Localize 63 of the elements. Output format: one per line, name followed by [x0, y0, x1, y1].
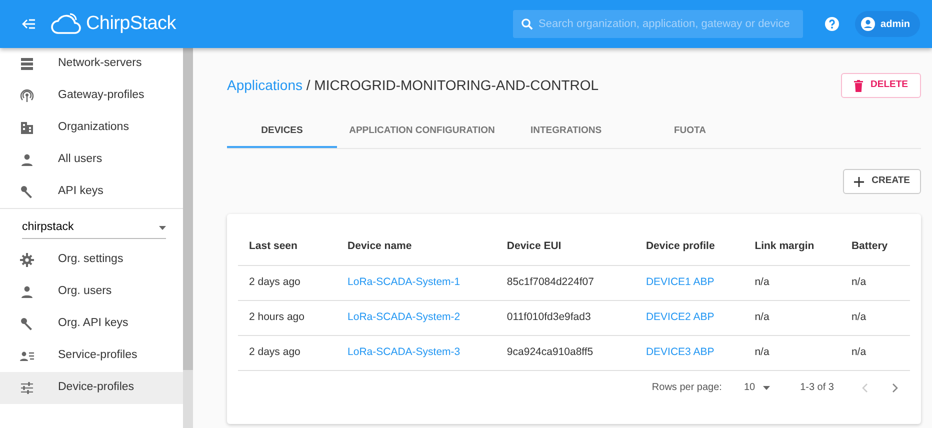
- page-range: 1-3 of 3: [800, 381, 834, 395]
- table-cell: n/a: [840, 335, 910, 370]
- table-cell: n/a: [840, 300, 910, 335]
- scrollbar[interactable]: [183, 48, 193, 428]
- breadcrumb: Applications / MICROGRID-MONITORING-AND-CONTROL: [227, 77, 599, 94]
- person-icon: [20, 153, 34, 167]
- search-icon: [520, 18, 533, 30]
- search-field[interactable]: Search organization, application, gateway or device: [512, 10, 803, 38]
- gear-icon: [20, 253, 34, 267]
- organization-select[interactable]: chirpstack: [22, 217, 166, 239]
- tab[interactable]: DEVICES: [227, 116, 337, 148]
- table-cell: 2 hours ago: [238, 300, 337, 335]
- menu-collapse-icon[interactable]: [22, 19, 36, 29]
- table-cell: n/a: [744, 265, 840, 300]
- cloud-logo-icon: [50, 11, 82, 37]
- tab[interactable]: FUOTA: [625, 116, 755, 148]
- dropdown-caret-icon: [763, 386, 770, 390]
- column-header: Device profile: [634, 229, 744, 265]
- table-cell: 85c1f7084d224f07: [496, 265, 635, 300]
- table-cell: n/a: [744, 300, 840, 335]
- building-icon: [20, 121, 34, 135]
- key-icon: [20, 317, 34, 331]
- chevron-left-icon: [862, 383, 868, 394]
- sidebar-item[interactable]: Gateway-profiles: [0, 80, 183, 112]
- column-header: Device name: [336, 229, 496, 265]
- account-icon: [860, 17, 875, 31]
- help-icon[interactable]: [824, 17, 839, 31]
- rows-per-page-label: Rows per page:: [652, 381, 722, 395]
- plus-icon: [854, 176, 864, 186]
- key-icon: [20, 185, 34, 199]
- sidebar-item[interactable]: All users: [0, 144, 183, 176]
- sidebar-item[interactable]: Org. settings: [0, 244, 183, 276]
- rows-per-page-select[interactable]: 10: [738, 379, 776, 396]
- delete-button[interactable]: DELETE: [840, 73, 921, 98]
- tab[interactable]: APPLICATION CONFIGURATION: [337, 116, 507, 148]
- dropdown-caret-icon: [159, 226, 166, 230]
- table-cell: n/a: [840, 265, 910, 300]
- sidebar-item[interactable]: Org. API keys: [0, 308, 183, 340]
- antenna-icon: [20, 89, 34, 103]
- tab[interactable]: INTEGRATIONS: [507, 116, 625, 148]
- sidebar-item[interactable]: Device-profiles: [0, 372, 183, 404]
- table-cell: 2 days ago: [238, 265, 337, 300]
- column-header: Battery: [840, 229, 910, 265]
- servers-icon: [20, 57, 34, 71]
- column-header: Last seen: [238, 229, 337, 265]
- sidebar-item[interactable]: Org. users: [0, 276, 183, 308]
- trash-icon: [854, 80, 863, 92]
- column-header: Link margin: [744, 229, 840, 265]
- table-cell: 011f010fd3e9fad3: [496, 300, 635, 335]
- user-menu-button[interactable]: admin: [854, 11, 920, 37]
- create-button[interactable]: CREATE: [842, 169, 921, 194]
- sidebar-item[interactable]: Service-profiles: [0, 340, 183, 372]
- column-header: Device EUI: [496, 229, 635, 265]
- chevron-right-icon: [892, 383, 898, 394]
- sidebar-item[interactable]: API keys: [0, 176, 183, 208]
- table-cell: n/a: [744, 335, 840, 370]
- sliders-icon: [20, 381, 34, 395]
- table-cell: 9ca924ca910a8ff5: [496, 335, 635, 370]
- person-icon: [20, 285, 34, 299]
- person-list-icon: [20, 349, 34, 363]
- table-cell: 2 days ago: [238, 335, 337, 370]
- sidebar-item[interactable]: Network-servers: [0, 48, 183, 80]
- sidebar-item[interactable]: Organizations: [0, 112, 183, 144]
